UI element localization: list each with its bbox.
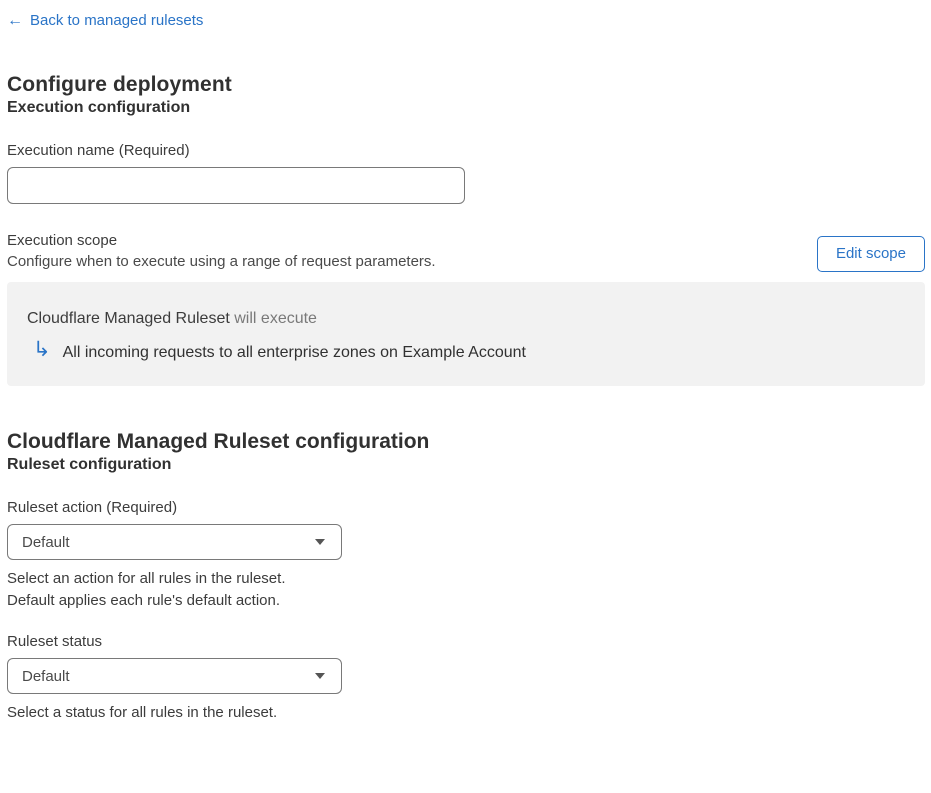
- ruleset-action-label: Ruleset action (Required): [7, 499, 178, 516]
- edit-scope-button[interactable]: Edit scope: [816, 236, 925, 272]
- configure-deployment-page: ← Back to managed rulesets Configure dep…: [0, 0, 925, 724]
- ruleset-status-value: Default: [22, 667, 70, 685]
- ruleset-action-help-2: Default applies each rule's default acti…: [7, 592, 281, 609]
- ruleset-action-help-1: Select an action for all rules in the ru…: [7, 570, 286, 587]
- scope-summary-target: All incoming requests to all enterprise …: [62, 344, 526, 361]
- scope-summary-target-line: ↳ All incoming requests to all enterpris…: [27, 338, 905, 364]
- back-link[interactable]: ← Back to managed rulesets: [7, 12, 203, 30]
- back-link-label: Back to managed rulesets: [30, 12, 204, 29]
- scope-summary-line: Cloudflare Managed Ruleset will execute: [27, 309, 905, 329]
- execution-scope-row: Execution scope Configure when to execut…: [7, 230, 925, 272]
- scope-summary-box: Cloudflare Managed Ruleset will execute …: [7, 282, 925, 386]
- scope-summary-will-execute: will execute: [234, 310, 317, 327]
- ruleset-status-label: Ruleset status: [7, 633, 103, 650]
- chevron-down-icon: [315, 539, 325, 545]
- execution-scope-description: Configure when to execute using a range …: [7, 253, 436, 270]
- ruleset-status-help: Select a status for all rules in the rul…: [7, 704, 278, 721]
- back-arrow-icon: ←: [7, 12, 23, 29]
- ruleset-configuration-title: Cloudflare Managed Ruleset configuration: [7, 430, 430, 453]
- ruleset-status-select[interactable]: Default: [7, 658, 342, 694]
- execution-name-label: Execution name (Required): [7, 142, 190, 159]
- page-title: Configure deployment: [7, 73, 232, 96]
- branch-arrow-icon: ↳: [33, 338, 51, 361]
- execution-scope-label: Execution scope: [7, 232, 118, 249]
- execution-scope-text: Execution scope Configure when to execut…: [7, 230, 436, 272]
- execution-name-input[interactable]: [7, 167, 465, 204]
- scope-summary-ruleset-name: Cloudflare Managed Ruleset: [27, 310, 230, 327]
- ruleset-action-value: Default: [22, 533, 70, 551]
- execution-configuration-heading: Execution configuration: [7, 99, 191, 116]
- chevron-down-icon: [315, 673, 325, 679]
- ruleset-configuration-subtitle: Ruleset configuration: [7, 456, 172, 473]
- ruleset-action-select[interactable]: Default: [7, 524, 342, 560]
